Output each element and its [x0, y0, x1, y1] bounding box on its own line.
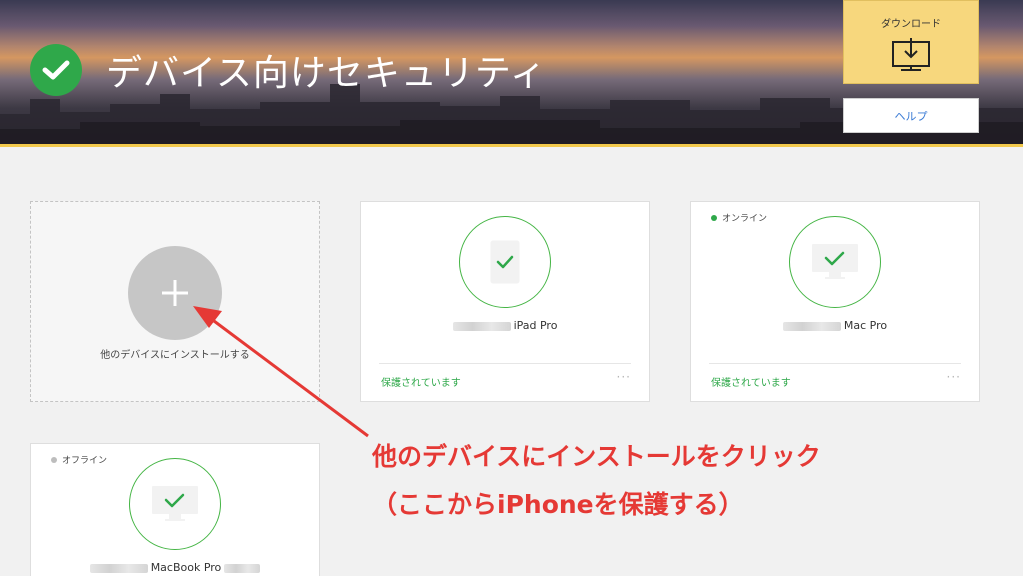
add-device-label: 他のデバイスにインストールする	[100, 350, 250, 361]
protected-check-badge	[30, 44, 82, 96]
download-button[interactable]: ダウンロード	[843, 0, 979, 84]
monitor-icon	[812, 244, 858, 279]
add-device-card[interactable]: 他のデバイスにインストールする	[30, 201, 320, 402]
more-options-icon[interactable]: ···	[947, 370, 961, 384]
download-icon	[892, 38, 930, 71]
offline-dot	[51, 456, 57, 463]
online-dot	[711, 214, 717, 221]
card-divider	[379, 363, 631, 364]
device-card-mac-pro[interactable]: オンライン Mac Pro 保護されています ···	[690, 201, 980, 402]
check-icon	[42, 60, 70, 80]
redacted-name	[89, 563, 148, 573]
device-card-macbook-pro[interactable]: オフライン MacBook Pro	[30, 443, 320, 576]
tablet-icon	[490, 240, 520, 284]
add-device-button[interactable]	[128, 246, 222, 340]
redacted-name	[782, 321, 841, 331]
connection-status: オフライン	[51, 453, 107, 466]
device-status: 保護されています	[711, 378, 791, 389]
monitor-icon	[152, 486, 198, 521]
help-button[interactable]: ヘルプ	[843, 98, 979, 133]
card-divider	[709, 363, 961, 364]
device-status-circle	[789, 216, 881, 308]
connection-status: オンライン	[711, 211, 767, 224]
device-name: Mac Pro	[691, 319, 979, 332]
page-title: デバイス向けセキュリティ	[106, 53, 547, 94]
more-options-icon[interactable]: ···	[617, 370, 631, 384]
device-card-ipad-pro[interactable]: iPad Pro 保護されています ···	[360, 201, 650, 402]
annotation-line-1: 他のデバイスにインストールをクリック	[372, 442, 821, 471]
device-status-circle	[459, 216, 551, 308]
device-status: 保護されています	[381, 378, 461, 389]
plus-icon	[162, 280, 188, 306]
annotation-line-2: （ここからiPhoneを保護する）	[372, 490, 744, 519]
device-name: MacBook Pro	[31, 561, 319, 574]
device-name: iPad Pro	[361, 319, 649, 332]
redacted-name	[224, 563, 261, 573]
redacted-name	[452, 321, 511, 331]
download-label: ダウンロード	[881, 19, 941, 30]
device-status-circle	[129, 458, 221, 550]
